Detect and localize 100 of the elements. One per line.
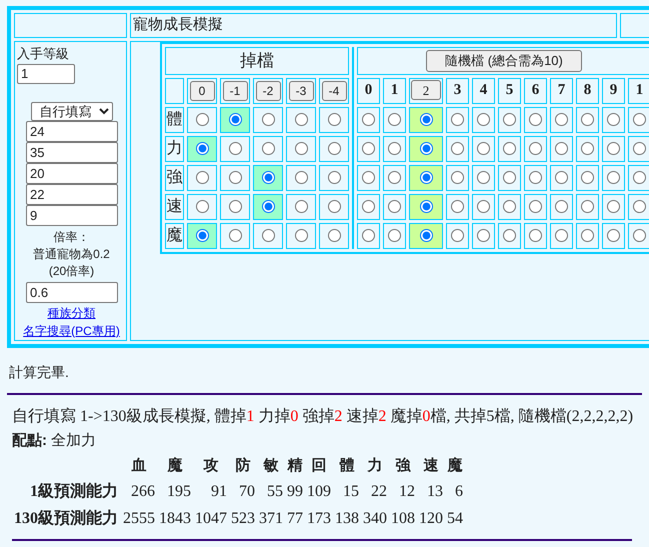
radio-button[interactable]	[477, 228, 490, 242]
radio-button[interactable]	[633, 142, 646, 155]
radio-button[interactable]	[451, 112, 464, 126]
drop-button[interactable]: -1	[222, 80, 248, 100]
table-cell-text: 2555	[122, 509, 156, 529]
radio-button[interactable]	[477, 200, 490, 213]
radio-button[interactable]	[555, 170, 568, 184]
radio-button[interactable]	[294, 200, 308, 213]
radio-button[interactable]	[388, 112, 401, 126]
radio-button[interactable]	[228, 200, 242, 213]
radio-button[interactable]	[503, 170, 516, 184]
radio-button[interactable]	[555, 142, 568, 155]
radio-button[interactable]	[362, 200, 375, 213]
radio-button[interactable]	[503, 200, 516, 213]
mode-dropdown[interactable]: 自行填寫	[30, 102, 112, 120]
radio-button[interactable]	[362, 112, 375, 126]
radio-button[interactable]	[294, 170, 308, 184]
radio-button[interactable]	[529, 112, 542, 126]
radio-button[interactable]	[633, 228, 646, 242]
radio-button[interactable]	[477, 142, 490, 155]
radio-button[interactable]	[362, 170, 375, 184]
radio-button[interactable]	[328, 228, 340, 242]
radio-button[interactable]	[228, 112, 242, 126]
stat-input[interactable]: 20	[26, 162, 118, 184]
radio-button[interactable]	[477, 170, 490, 184]
radio-button[interactable]	[503, 142, 516, 155]
radio-button[interactable]	[529, 200, 542, 213]
radio-button[interactable]	[228, 142, 242, 155]
radio-button[interactable]	[581, 228, 594, 242]
radio-button[interactable]	[607, 228, 620, 242]
rate-input[interactable]: 0.6	[26, 282, 118, 302]
radio-button[interactable]	[196, 170, 208, 184]
radio-button[interactable]	[451, 170, 464, 184]
radio-button[interactable]	[633, 112, 646, 126]
radio-button[interactable]	[262, 228, 274, 242]
radio-button[interactable]	[420, 142, 432, 155]
radio-button[interactable]	[362, 228, 375, 242]
radio-button[interactable]	[228, 170, 242, 184]
radio-button[interactable]	[388, 200, 401, 213]
radio-button[interactable]	[388, 142, 401, 155]
radio-button[interactable]	[196, 112, 208, 126]
radio-button[interactable]	[262, 112, 274, 126]
radio-button[interactable]	[196, 200, 208, 213]
radio-button[interactable]	[607, 200, 620, 213]
radio-button[interactable]	[477, 112, 490, 126]
radio-button[interactable]	[196, 228, 208, 242]
stat-input[interactable]: 9	[26, 204, 118, 226]
radio-button[interactable]	[262, 200, 274, 213]
radio-button[interactable]	[420, 228, 432, 242]
stat-input[interactable]: 24	[26, 120, 118, 142]
radio-button[interactable]	[555, 200, 568, 213]
radio-button[interactable]	[581, 142, 594, 155]
radio-button[interactable]	[262, 170, 274, 184]
radio-button[interactable]	[328, 200, 340, 213]
level-input[interactable]: 1	[17, 64, 75, 84]
radio-button[interactable]	[607, 112, 620, 126]
drop-button[interactable]: -3	[288, 80, 314, 100]
random-value-button[interactable]: 2	[411, 80, 441, 100]
radio-button[interactable]	[503, 228, 516, 242]
link[interactable]: 種族分類	[48, 304, 96, 322]
link[interactable]: 名字搜尋(PC專用)	[23, 322, 120, 340]
radio-button[interactable]	[328, 142, 340, 155]
radio-button[interactable]	[607, 170, 620, 184]
radio-button[interactable]	[607, 142, 620, 155]
radio-button[interactable]	[633, 200, 646, 213]
radio-button[interactable]	[529, 228, 542, 242]
radio-button[interactable]	[362, 142, 375, 155]
radio-button[interactable]	[451, 228, 464, 242]
radio-button[interactable]	[555, 112, 568, 126]
radio-button[interactable]	[328, 112, 340, 126]
radio-button[interactable]	[503, 112, 516, 126]
radio-button[interactable]	[420, 170, 432, 184]
table-cell-text: 55	[266, 482, 284, 502]
radio-button[interactable]	[328, 170, 340, 184]
radio-button[interactable]	[294, 228, 308, 242]
radio-button[interactable]	[420, 112, 432, 126]
random-button[interactable]: 隨機檔 (總合需為10)	[426, 50, 582, 72]
stat-input[interactable]: 35	[26, 142, 118, 162]
radio-button[interactable]	[555, 228, 568, 242]
radio-button[interactable]	[451, 142, 464, 155]
radio-button[interactable]	[262, 142, 274, 155]
radio-button[interactable]	[388, 170, 401, 184]
radio-button[interactable]	[196, 142, 208, 155]
radio-button[interactable]	[529, 170, 542, 184]
radio-button[interactable]	[420, 200, 432, 213]
radio-button[interactable]	[581, 200, 594, 213]
stat-input[interactable]: 22	[26, 184, 118, 204]
radio-button[interactable]	[228, 228, 242, 242]
radio-button[interactable]	[294, 142, 308, 155]
radio-button[interactable]	[451, 200, 464, 213]
radio-button[interactable]	[294, 112, 308, 126]
radio-button[interactable]	[633, 170, 646, 184]
drop-button[interactable]: -4	[322, 80, 346, 100]
radio-button[interactable]	[388, 228, 401, 242]
radio-button[interactable]	[529, 142, 542, 155]
radio-button[interactable]	[581, 170, 594, 184]
column-header: 攻	[202, 456, 220, 476]
drop-button[interactable]: -2	[256, 80, 280, 100]
radio-button[interactable]	[581, 112, 594, 126]
drop-button[interactable]: 0	[190, 80, 214, 100]
